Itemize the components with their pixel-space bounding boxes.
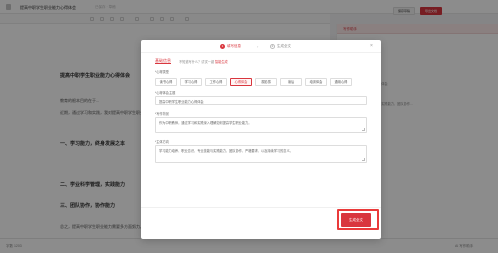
modal-footer-divider	[141, 207, 381, 208]
section-underline	[155, 63, 171, 64]
chevron-right-icon: ›	[257, 44, 259, 49]
section-note-text: 不知道写什么？试试一键	[179, 59, 215, 64]
topic-label: *心得体会主题	[155, 91, 176, 95]
background-label: *写作背景	[155, 112, 169, 116]
outline-text: 学习能力培养、职业意识、专业技能与实践能力、团队协作、严格要求、以及持续学习的意…	[159, 149, 293, 153]
type-chip[interactable]: 读后	[280, 78, 302, 86]
section-note: 不知道写什么？试试一键 智能生成	[179, 59, 228, 64]
outline-label: *主体方向	[155, 140, 169, 144]
type-chip[interactable]: 观影感	[255, 78, 277, 86]
highlight-box	[337, 209, 379, 230]
step-fill-info[interactable]: 1 填写信息	[220, 44, 241, 49]
step-indicator: 1 填写信息 › 2 生成全文	[141, 40, 381, 53]
background-textarea[interactable]: 作为中职教师，通过学习和实践深入理解如何提高学生职业能力。	[155, 117, 367, 133]
step-generate[interactable]: 2 生成全文	[270, 44, 291, 49]
topic-input[interactable]: 提高中职学生职业能力心得体会	[155, 96, 367, 105]
type-chip-selected[interactable]: 心得体会	[230, 78, 252, 86]
resize-handle-icon[interactable]	[362, 158, 365, 161]
smart-generate-link[interactable]: 智能生成	[215, 60, 228, 64]
type-chip[interactable]: 工作心得	[205, 78, 227, 86]
type-chip[interactable]: 学习心得	[180, 78, 202, 86]
type-chip[interactable]: 通用心得	[330, 78, 352, 86]
outline-textarea[interactable]: 学习能力培养、职业意识、专业技能与实践能力、团队协作、严格要求、以及持续学习的意…	[155, 145, 367, 163]
type-label: *心得类型	[155, 70, 169, 74]
step-number: 2	[270, 44, 275, 49]
resize-handle-icon[interactable]	[362, 128, 365, 131]
type-chip[interactable]: 读书心得	[155, 78, 177, 86]
type-chip[interactable]: 培训体会	[305, 78, 327, 86]
background-text: 作为中职教师，通过学习和实践深入理解如何提高学生职业能力。	[159, 121, 252, 125]
step-label: 填写信息	[227, 44, 241, 48]
step-label: 生成全文	[277, 44, 291, 48]
step-number: 1	[220, 44, 225, 49]
